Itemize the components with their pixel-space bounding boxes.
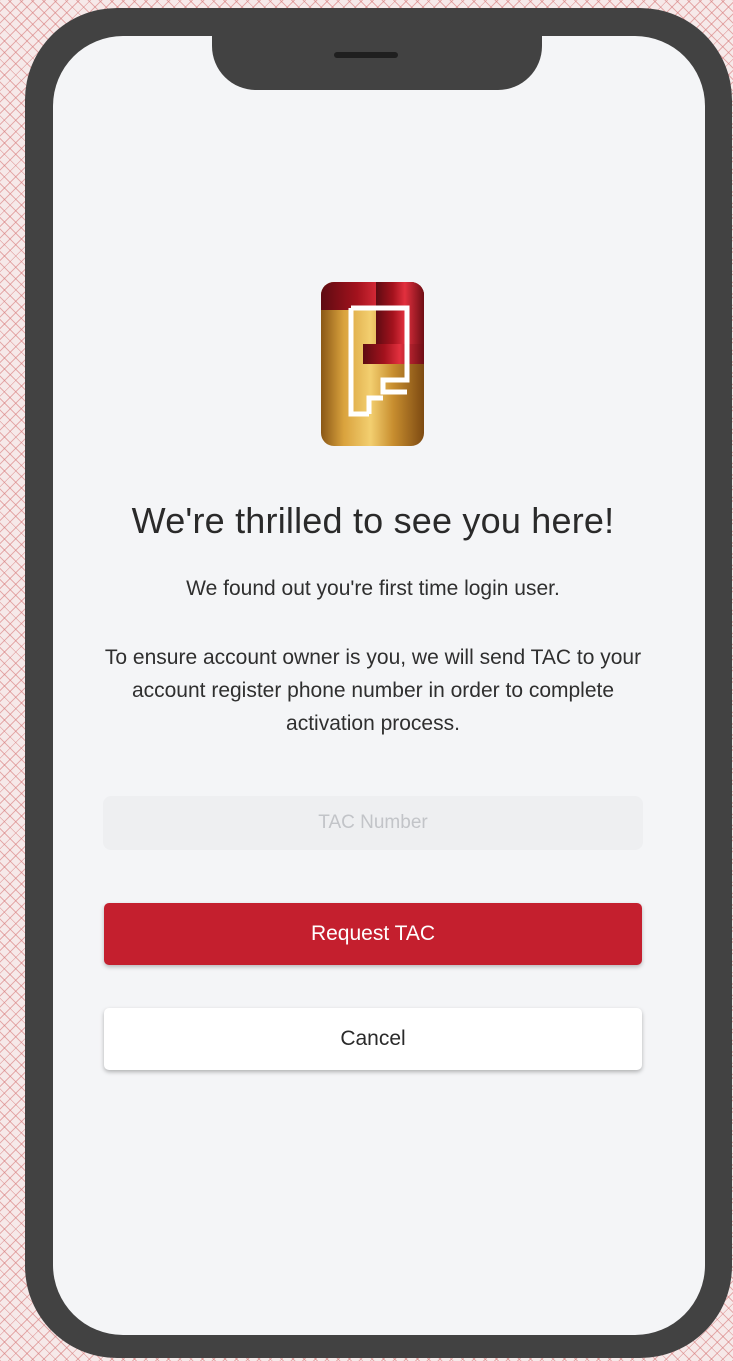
welcome-title: We're thrilled to see you here! [131,500,615,541]
activation-description: To ensure account owner is you, we will … [104,646,642,735]
tac-number-input[interactable] [103,796,643,850]
speaker-grille [334,52,398,58]
brand-logo-icon [321,282,424,446]
welcome-subtitle: We found out you're first time login use… [186,577,560,600]
cancel-button[interactable]: Cancel [104,1008,642,1070]
request-tac-button[interactable]: Request TAC [104,903,642,965]
